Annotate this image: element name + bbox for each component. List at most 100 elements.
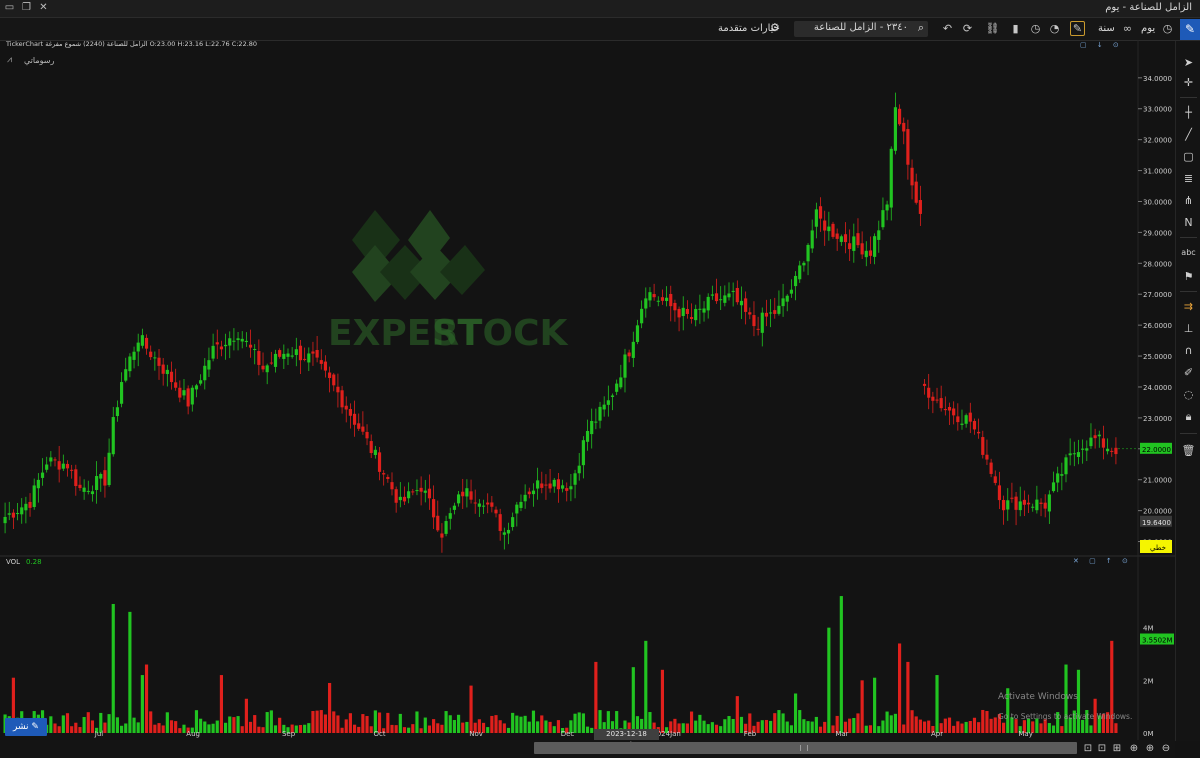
horizontal-line-icon[interactable]: ┼: [1181, 105, 1196, 120]
candle-body: [548, 483, 552, 489]
magnet-icon[interactable]: ∩: [1181, 343, 1196, 358]
candle-body: [569, 486, 573, 490]
volume-bar: [527, 721, 531, 733]
close-icon[interactable]: ✕: [38, 2, 49, 13]
reset-icon[interactable]: ⊞: [1111, 742, 1123, 755]
measure-icon[interactable]: ⊥: [1181, 321, 1196, 336]
candle-body: [369, 441, 373, 454]
scroll-end-icon[interactable]: ⊡: [1096, 742, 1108, 755]
candle-body: [760, 312, 764, 333]
candle-body: [1018, 501, 1022, 511]
zoom-fit-icon[interactable]: ⊕: [1128, 742, 1140, 755]
order-icon[interactable]: ⇉: [1181, 299, 1196, 314]
volume-bar: [90, 720, 95, 733]
hide-drawings-icon[interactable]: ◌: [1181, 387, 1196, 402]
volume-bar: [182, 724, 186, 733]
volume-bar: [307, 723, 311, 733]
symbol-search-box[interactable]: ٢٣٤٠ - الزامل للصناعة ⌕: [794, 21, 928, 37]
candle-body: [1093, 435, 1097, 439]
chart-type-icon[interactable]: ▮: [1008, 21, 1023, 36]
cursor-arrow-icon[interactable]: ➤: [1181, 55, 1196, 70]
volume-bar: [115, 717, 119, 733]
volume-bar: [814, 716, 818, 733]
candle-body: [45, 464, 49, 470]
volume-bar: [336, 715, 340, 733]
y-tick-label: 26.0000: [1143, 322, 1172, 330]
candle-body: [939, 398, 943, 409]
volume-bar: [348, 713, 352, 733]
crosshair-icon[interactable]: ✛: [1181, 75, 1196, 90]
timeframe-year[interactable]: سنة: [1098, 23, 1115, 34]
volume-bar: [107, 714, 111, 733]
clock-small-icon[interactable]: ◷: [1160, 21, 1175, 36]
wave-pattern-icon[interactable]: N: [1181, 215, 1196, 230]
volume-bar: [319, 710, 323, 733]
volume-bar: [419, 728, 423, 733]
trend-line-icon[interactable]: ╱: [1181, 127, 1196, 142]
candle-body: [119, 382, 124, 404]
fit-icon[interactable]: ⊡: [1082, 742, 1094, 755]
candle-body: [394, 489, 398, 503]
publish-button[interactable]: نشر ✎: [5, 718, 47, 736]
link-icon[interactable]: ⛓: [985, 21, 1000, 36]
candle-body: [352, 413, 357, 425]
price-chart[interactable]: EXPERTSTOCK19.000020.000021.000022.00002…: [0, 40, 1175, 740]
rectangle-icon[interactable]: ▢: [1181, 149, 1196, 164]
timer-icon[interactable]: ◔: [1047, 21, 1062, 36]
volume-pane-controls[interactable]: ✕ ▢ ↑ ⊙: [1073, 557, 1132, 565]
pitchfork-icon[interactable]: ⋔: [1181, 193, 1196, 208]
volume-bar: [581, 713, 585, 733]
candle-body: [706, 296, 710, 311]
draw-lock-icon[interactable]: ✎: [1070, 21, 1085, 36]
candle-body: [427, 488, 432, 499]
y-tick-label: 20.0000: [1143, 508, 1172, 516]
volume-bar: [785, 721, 789, 733]
candle-body: [852, 236, 856, 251]
settings-gear-icon[interactable]: ⚙: [770, 21, 780, 34]
volume-bar: [132, 717, 136, 733]
flag-icon[interactable]: ⚑: [1181, 269, 1196, 284]
zoom-out-icon[interactable]: ⊖: [1160, 742, 1172, 755]
candle-body: [1043, 502, 1047, 509]
fibonacci-icon[interactable]: ≣: [1181, 171, 1196, 186]
restore-icon[interactable]: ❐: [21, 2, 32, 13]
trash-icon[interactable]: 🗑︎: [1181, 443, 1196, 458]
volume-bar: [897, 643, 902, 733]
volume-bar: [681, 723, 685, 733]
candle-body: [993, 476, 997, 483]
drawing-pen-button[interactable]: ✎: [1180, 19, 1200, 40]
scroll-grip[interactable]: [800, 745, 808, 751]
candle-body: [581, 440, 585, 466]
candle-body: [823, 220, 827, 231]
clock-icon[interactable]: ◷: [1028, 21, 1043, 36]
brush-icon[interactable]: ✐: [1181, 365, 1196, 380]
candle-body: [444, 521, 448, 534]
volume-bar: [432, 719, 436, 733]
candle-body: [24, 503, 28, 511]
chart-scrollbar[interactable]: [534, 742, 1077, 754]
candle-body: [598, 406, 602, 421]
undo-icon[interactable]: ↶: [940, 21, 955, 36]
candle-body: [752, 315, 756, 327]
candle-body: [694, 308, 698, 321]
volume-bar: [1081, 719, 1085, 733]
zoom-in-icon[interactable]: ⊕: [1144, 742, 1156, 755]
volume-tick-label: 2M: [1143, 677, 1154, 685]
volume-bar: [65, 713, 70, 733]
candle-body: [286, 353, 290, 357]
candle-body: [989, 462, 993, 474]
candle-body: [78, 484, 82, 489]
x-axis-label: Oct: [374, 730, 386, 738]
timeframe-day[interactable]: يوم: [1141, 23, 1155, 34]
minimize-icon[interactable]: ▭: [4, 2, 15, 13]
candle-body: [7, 513, 11, 515]
text-tool-icon[interactable]: abc: [1181, 245, 1196, 260]
candle-body: [190, 387, 194, 405]
lock-icon[interactable]: 🔒︎: [1181, 409, 1196, 424]
candle-body: [461, 491, 465, 497]
volume-bar: [398, 713, 402, 733]
candle-body: [660, 297, 665, 301]
volume-bar: [777, 710, 781, 733]
refresh-icon[interactable]: ⟳: [960, 21, 975, 36]
infinity-icon[interactable]: ∞: [1120, 21, 1135, 36]
